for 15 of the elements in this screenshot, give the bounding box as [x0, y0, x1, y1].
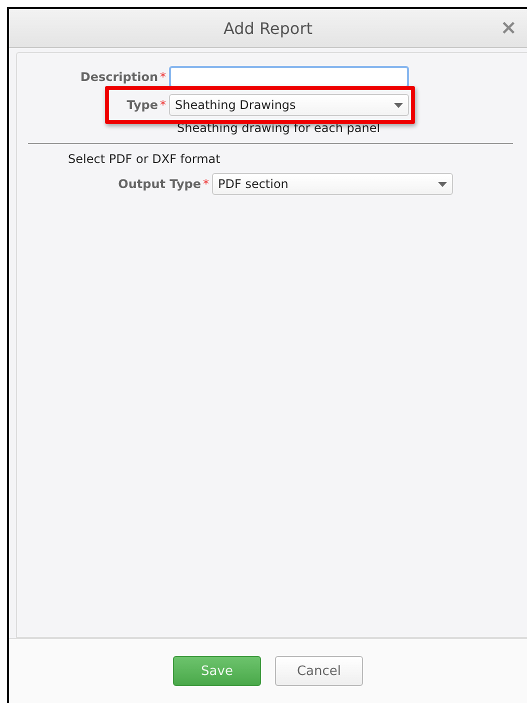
field-label: Output Type: [118, 177, 201, 191]
field-label: Description: [80, 70, 158, 84]
field-label: Type: [126, 98, 158, 112]
close-button[interactable]: ×: [498, 15, 519, 39]
cancel-button[interactable]: Cancel: [275, 656, 363, 686]
dropdown[interactable]: Sheathing Drawings: [169, 94, 409, 116]
caret-icon: [438, 182, 447, 186]
required-mark: *: [160, 70, 166, 84]
section-heading: Select PDF or DXF format: [67, 151, 222, 168]
required-mark: *: [160, 98, 166, 112]
caret-icon: [394, 102, 403, 108]
input-field[interactable]: [169, 66, 409, 88]
required-mark: *: [203, 177, 209, 191]
window-title: Add Report: [223, 18, 313, 38]
dropdown[interactable]: PDF section: [212, 173, 453, 195]
